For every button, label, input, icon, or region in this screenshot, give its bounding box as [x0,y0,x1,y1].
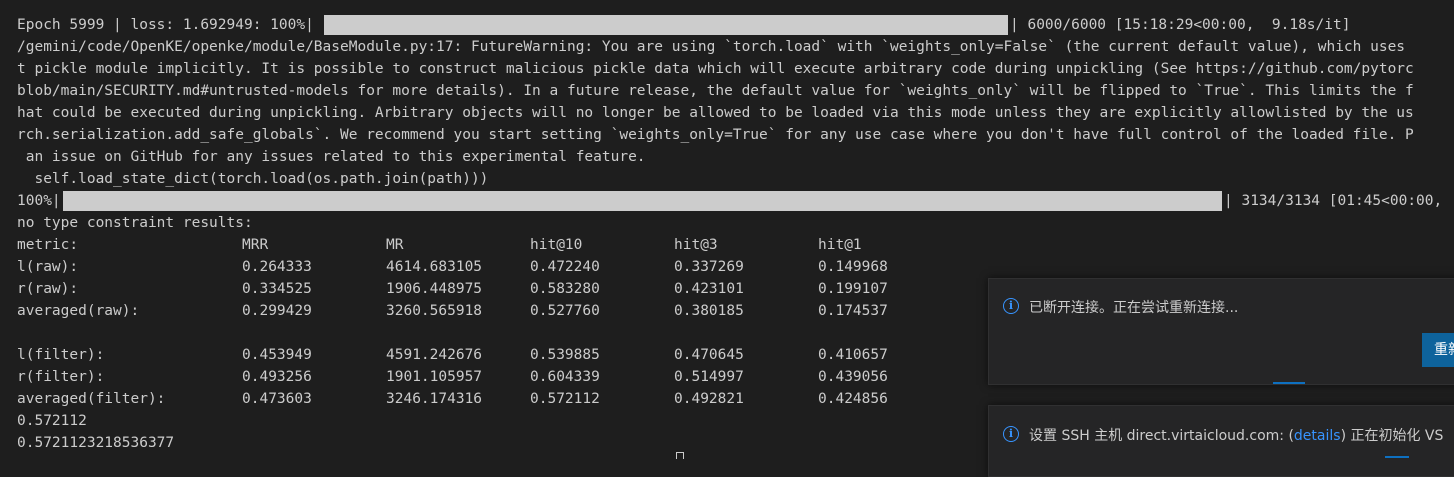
table-cell: 0.539885 [530,347,600,363]
details-link[interactable]: details [1294,428,1341,444]
ssh-notification[interactable]: i 设置 SSH 主机 direct.virtaicloud.com: (det… [988,405,1454,477]
notification-progress [1273,382,1305,384]
table-cell: 0.572112 [530,391,600,407]
table-cell: 4591.242676 [386,347,483,363]
info-icon: i [1003,426,1019,442]
table-header-hit10: hit@10 [530,237,583,253]
terminal-panel[interactable]: Epoch 5999 | loss: 1.692949: 100%| | 600… [0,0,1454,459]
table-cell: 0.410657 [818,347,888,363]
table-header-mr: MR [386,237,404,253]
table-cell: l(raw): [17,259,79,275]
table-cell: 4614.683105 [386,259,483,275]
warning-line: self.load_state_dict(torch.load(os.path.… [17,171,489,187]
ssh-message-suffix: ) 正在初始化 VS [1340,428,1444,444]
table-cell: 0.439056 [818,369,888,385]
warning-line: t pickle module implicitly. It is possib… [17,61,1414,77]
table-cell: 1901.105957 [386,369,483,385]
terminal-cursor [676,452,684,459]
notification-progress [1385,456,1409,458]
table-cell: averaged(filter): [17,391,166,407]
table-cell: r(raw): [17,281,79,297]
ssh-message: 设置 SSH 主机 direct.virtaicloud.com: (detai… [1029,425,1443,445]
table-cell: 0.472240 [530,259,600,275]
table-cell: 0.174537 [818,303,888,319]
table-cell: r(filter): [17,369,105,385]
warning-line: an issue on GitHub for any issues relate… [17,149,646,165]
warning-line: rch.serialization.add_safe_globals`. We … [17,127,1414,143]
table-cell: 0.380185 [674,303,744,319]
table-header-mrr: MRR [242,237,269,253]
table-header-metric: metric: [17,237,79,253]
warning-line: /gemini/code/OpenKE/openke/module/BaseMo… [17,39,1406,55]
disconnected-message: 已断开连接。正在尝试重新连接... [1029,300,1239,316]
info-icon: i [1003,298,1019,314]
table-cell: 0.149968 [818,259,888,275]
table-cell: 0.453949 [242,347,312,363]
table-cell: 1906.448975 [386,281,483,297]
table-cell: 0.264333 [242,259,312,275]
table-header-hit1: hit@1 [818,237,862,253]
output-line: 0.572112 [17,413,87,429]
test-progress-bar [63,191,1222,211]
epoch-progress-bar [324,15,1008,35]
table-cell: 0.337269 [674,259,744,275]
table-cell: 0.492821 [674,391,744,407]
table-cell: 0.473603 [242,391,312,407]
table-cell: 0.424856 [818,391,888,407]
table-cell: 0.299429 [242,303,312,319]
table-cell: 0.334525 [242,281,312,297]
table-cell: 3260.565918 [386,303,483,319]
table-cell: 0.493256 [242,369,312,385]
output-line: 0.5721123218536377 [17,435,175,451]
ssh-message-prefix: 设置 SSH 主机 direct.virtaicloud.com: ( [1029,428,1294,444]
table-cell: averaged(raw): [17,303,140,319]
table-cell: 3246.174316 [386,391,483,407]
table-cell: 0.199107 [818,281,888,297]
epoch-progress-suffix: | 6000/6000 [15:18:29<00:00, 9.18s/it] [1010,17,1351,33]
table-cell: 0.470645 [674,347,744,363]
table-header-hit3: hit@3 [674,237,718,253]
results-header: no type constraint results: [17,215,253,231]
table-cell: 0.604339 [530,369,600,385]
test-progress-prefix: 100%| [17,193,61,209]
epoch-progress-prefix: Epoch 5999 | loss: 1.692949: 100%| [17,17,314,33]
warning-line: hat could be executed during unpickling.… [17,105,1414,121]
test-progress-suffix: | 3134/3134 [01:45<00:00, [1224,193,1443,209]
table-cell: 0.423101 [674,281,744,297]
reconnect-button[interactable]: 重新 [1422,333,1454,367]
table-cell: 0.514997 [674,369,744,385]
disconnected-notification[interactable]: i 已断开连接。正在尝试重新连接... [988,278,1454,385]
table-cell: 0.583280 [530,281,600,297]
warning-line: blob/main/SECURITY.md#untrusted-models f… [17,83,1414,99]
table-cell: 0.527760 [530,303,600,319]
table-cell: l(filter): [17,347,105,363]
